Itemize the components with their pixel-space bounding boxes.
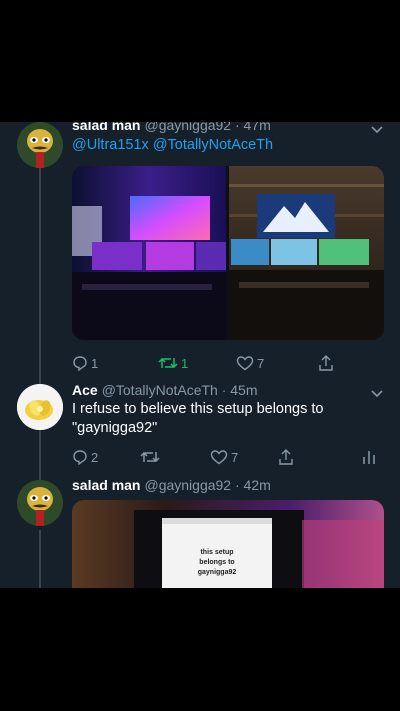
avatar[interactable] — [17, 480, 63, 526]
retweet-count: 1 — [181, 355, 189, 371]
like-count: 7 — [231, 449, 239, 465]
handle-time[interactable]: @TotallyNotAceTh · 45m — [102, 382, 258, 398]
reply-button[interactable]: 1 — [72, 352, 98, 374]
tweet-header: Ace @TotallyNotAceTh · 45m — [72, 382, 258, 398]
display-name[interactable]: salad man — [72, 477, 140, 493]
monitor-note: this setup belongs to gaynigga92 — [162, 548, 272, 578]
chevron-down-icon[interactable] — [370, 386, 384, 404]
like-button[interactable]: 7 — [210, 446, 238, 468]
like-button[interactable]: 7 — [236, 352, 264, 374]
thread-line — [39, 530, 41, 588]
share-icon — [318, 354, 334, 372]
reply-button[interactable]: 2 — [72, 446, 98, 468]
chevron-down-icon[interactable] — [370, 122, 384, 140]
tweet-media[interactable]: this setup belongs to gaynigga92 — [72, 500, 384, 588]
timeline: salad man @gaynigga92 · 47m @Ultra151x @T… — [0, 122, 400, 588]
analytics-button[interactable] — [362, 446, 376, 468]
avatar[interactable] — [17, 384, 63, 430]
tweet-media[interactable] — [72, 166, 384, 340]
display-name[interactable]: Ace — [72, 382, 98, 398]
tweet-text: I refuse to believe this setup belongs t… — [72, 400, 372, 438]
handle-time[interactable]: @gaynigga92 · 47m — [144, 122, 270, 133]
tweet-text-line: I refuse to believe this setup belongs t… — [72, 401, 324, 417]
mention-link[interactable]: @TotallyNotAceTh — [153, 137, 273, 153]
tweet-header: salad man @gaynigga92 · 47m — [72, 122, 271, 133]
note-line: belongs to — [199, 559, 235, 566]
tweet-header: salad man @gaynigga92 · 42m — [72, 477, 271, 493]
media-photo-left[interactable] — [72, 166, 226, 340]
tweet-text: @Ultra151x @TotallyNotAceTh — [72, 136, 372, 155]
retweet-icon — [140, 449, 160, 465]
analytics-icon — [362, 449, 376, 465]
share-icon — [278, 448, 294, 466]
reply-count: 1 — [91, 355, 99, 371]
handle-time[interactable]: @gaynigga92 · 42m — [144, 477, 270, 493]
tweet-actions: 1 1 7 — [72, 352, 372, 374]
retweet-button[interactable] — [140, 446, 160, 468]
like-icon — [210, 449, 228, 465]
display-name[interactable]: salad man — [72, 122, 140, 133]
share-button[interactable] — [318, 352, 334, 374]
tweet-actions: 2 7 — [72, 446, 375, 468]
like-count: 7 — [257, 355, 265, 371]
reply-count: 2 — [91, 449, 99, 465]
note-line: this setup — [200, 549, 234, 556]
reply-icon — [72, 449, 88, 465]
tweet-text-line: "gaynigga92" — [72, 420, 158, 436]
media-photo-right[interactable] — [229, 166, 384, 340]
share-button[interactable] — [278, 446, 294, 468]
like-icon — [236, 355, 254, 371]
note-line: gaynigga92 — [197, 569, 237, 576]
mention-link[interactable]: @Ultra151x — [72, 137, 149, 153]
reply-icon — [72, 355, 88, 371]
avatar[interactable] — [17, 122, 63, 168]
retweet-button[interactable]: 1 — [158, 352, 188, 374]
thread-line — [39, 166, 41, 496]
retweet-icon — [158, 355, 178, 371]
